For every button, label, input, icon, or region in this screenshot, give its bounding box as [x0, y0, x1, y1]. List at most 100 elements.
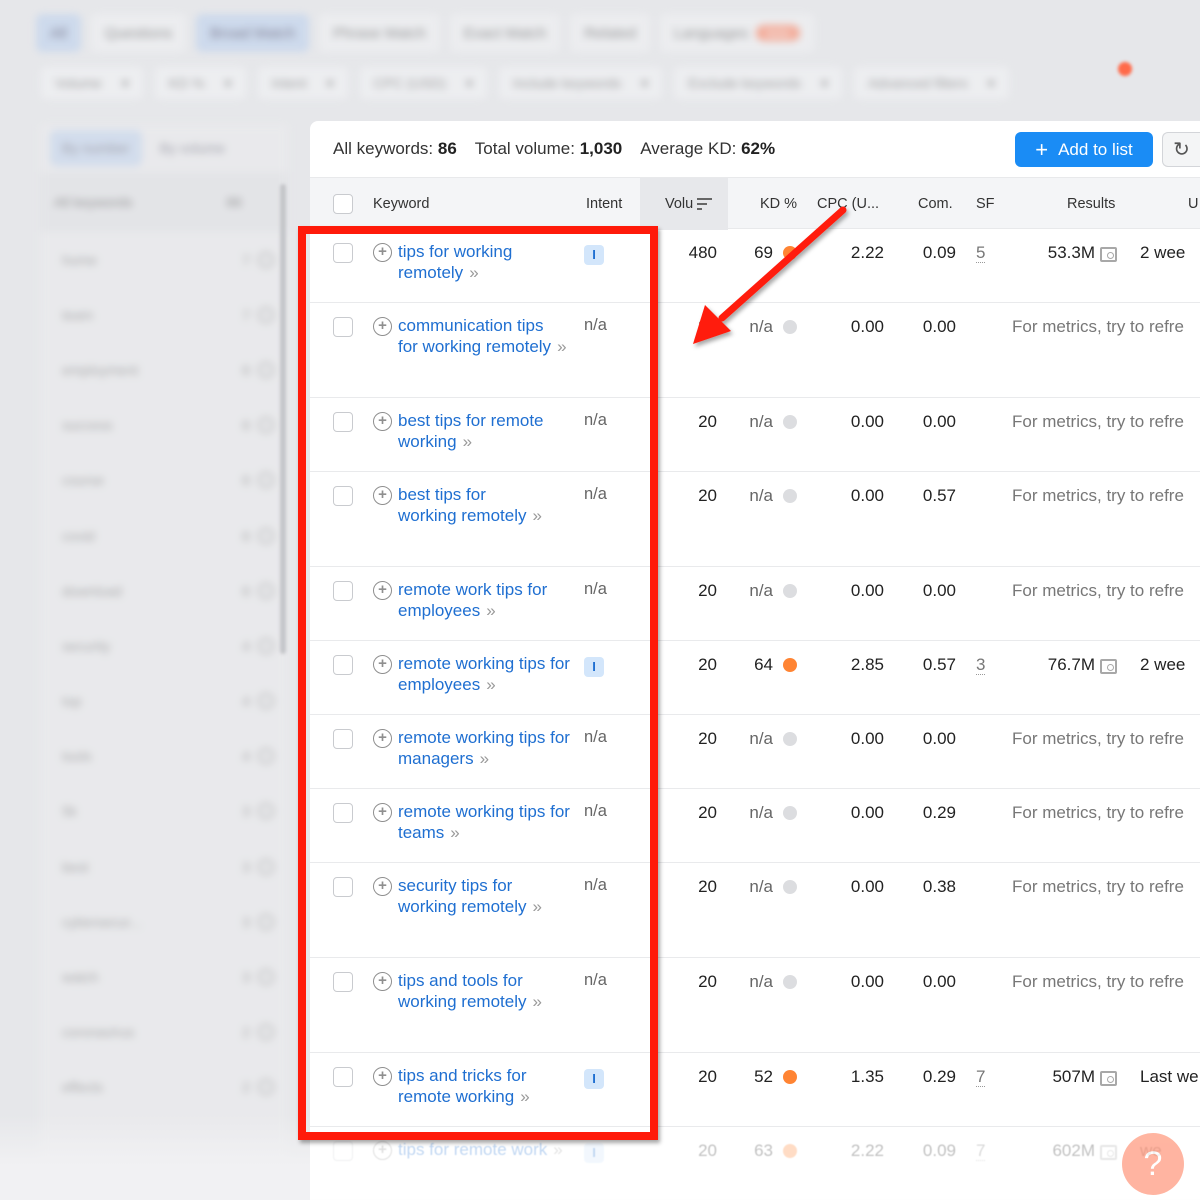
- col-volume[interactable]: Volu: [640, 178, 728, 230]
- keyword-link[interactable]: remote work tips for employees»: [398, 579, 578, 621]
- keyword-text[interactable]: remote working tips for teams: [398, 802, 570, 842]
- tab-broad-match[interactable]: Broad Match: [196, 14, 310, 52]
- row-checkbox[interactable]: [333, 243, 353, 263]
- keyword-details-icon[interactable]: »: [533, 897, 543, 916]
- add-keyword-icon[interactable]: +: [373, 972, 392, 991]
- keyword-details-icon[interactable]: »: [480, 749, 490, 768]
- refresh-button[interactable]: ↻: [1162, 132, 1200, 167]
- col-cpc[interactable]: CPC (U...: [817, 178, 879, 230]
- keyword-text[interactable]: communication tips for working remotely: [398, 316, 551, 356]
- keyword-details-icon[interactable]: »: [533, 506, 543, 525]
- keyword-group-item[interactable]: coronavirus 2: [40, 1005, 288, 1060]
- serp-preview-icon[interactable]: [1100, 659, 1117, 674]
- keyword-details-icon[interactable]: »: [463, 432, 473, 451]
- keyword-details-icon[interactable]: »: [557, 337, 567, 356]
- select-all-checkbox[interactable]: [333, 178, 353, 230]
- keyword-group-item[interactable]: course 6: [40, 453, 288, 508]
- keyword-group-item[interactable]: success 6: [40, 398, 288, 453]
- keyword-group-item[interactable]: download 6: [40, 563, 288, 618]
- keyword-group-item[interactable]: watch 3: [40, 949, 288, 1004]
- filter-advanced-filters[interactable]: Advanced filters ▾: [853, 66, 1010, 100]
- row-checkbox[interactable]: [333, 486, 353, 506]
- keyword-link[interactable]: tips and tools for working remotely »: [398, 970, 548, 1012]
- col-keyword[interactable]: Keyword: [373, 178, 429, 230]
- serp-features-count[interactable]: 7: [976, 1141, 986, 1161]
- keyword-text[interactable]: best tips for remote working: [398, 411, 544, 451]
- add-keyword-icon[interactable]: +: [373, 581, 392, 600]
- filter-intent[interactable]: Intent ▾: [256, 66, 349, 100]
- keyword-text[interactable]: remote work tips for employees: [398, 580, 547, 620]
- keyword-details-icon[interactable]: »: [486, 601, 496, 620]
- add-keyword-icon[interactable]: +: [373, 803, 392, 822]
- serp-preview-icon[interactable]: [1100, 1071, 1117, 1086]
- keyword-link[interactable]: remote working tips for teams»: [398, 801, 578, 843]
- add-keyword-icon[interactable]: +: [373, 243, 392, 262]
- keyword-text[interactable]: tips for remote work: [398, 1140, 547, 1159]
- add-keyword-icon[interactable]: +: [373, 877, 392, 896]
- row-checkbox[interactable]: [333, 729, 353, 749]
- add-keyword-icon[interactable]: +: [373, 486, 392, 505]
- keyword-group-item[interactable]: best 3: [40, 839, 288, 894]
- keyword-link[interactable]: communication tips for working remotely »: [398, 315, 567, 357]
- col-results[interactable]: Results: [1067, 178, 1115, 230]
- keyword-group-item[interactable]: effects 2: [40, 1060, 288, 1115]
- keyword-text[interactable]: tips for working remotely: [398, 242, 512, 282]
- filter-exclude-keywords[interactable]: Exclude keywords ▾: [673, 66, 844, 100]
- tab-exact-match[interactable]: Exact Match: [449, 14, 561, 52]
- keyword-group-item[interactable]: tools 4: [40, 729, 288, 784]
- serp-preview-icon[interactable]: [1100, 1145, 1117, 1160]
- keyword-group-item[interactable]: covid 6: [40, 508, 288, 563]
- row-checkbox[interactable]: [333, 877, 353, 897]
- keyword-group-item[interactable]: top 4: [40, 674, 288, 729]
- row-checkbox[interactable]: [333, 655, 353, 675]
- keyword-details-icon[interactable]: »: [533, 992, 543, 1011]
- serp-features-count[interactable]: 5: [976, 243, 986, 263]
- serp-preview-icon[interactable]: [1100, 247, 1117, 262]
- keyword-text[interactable]: security tips for working remotely: [398, 876, 527, 916]
- tab-phrase-match[interactable]: Phrase Match: [319, 14, 440, 52]
- row-checkbox[interactable]: [333, 581, 353, 601]
- keyword-group-item[interactable]: 5k 3: [40, 784, 288, 839]
- add-keyword-icon[interactable]: +: [373, 412, 392, 431]
- keyword-link[interactable]: tips and tricks for remote working»: [398, 1065, 578, 1107]
- filter-cpc-usd-[interactable]: CPC (USD) ▾: [358, 66, 488, 100]
- keyword-details-icon[interactable]: »: [486, 675, 496, 694]
- tab-related[interactable]: Related: [570, 14, 651, 52]
- filter-kd-[interactable]: KD % ▾: [153, 66, 247, 100]
- keyword-group-item[interactable]: employment 6: [40, 342, 288, 397]
- filter-include-keywords[interactable]: Include keywords ▾: [498, 66, 664, 100]
- keyword-text[interactable]: tips and tools for working remotely: [398, 971, 527, 1011]
- add-keyword-icon[interactable]: +: [373, 1141, 392, 1160]
- tab-questions[interactable]: Questions: [90, 14, 187, 52]
- keyword-group-item[interactable]: security 4: [40, 618, 288, 673]
- by-volume-toggle[interactable]: By volume: [148, 130, 237, 166]
- col-com[interactable]: Com.: [918, 178, 953, 230]
- keyword-group-item[interactable]: home 7: [40, 232, 288, 287]
- row-checkbox[interactable]: [333, 412, 353, 432]
- by-number-toggle[interactable]: By number: [50, 130, 142, 166]
- keyword-link[interactable]: tips for remote work »: [398, 1139, 578, 1160]
- keyword-group-item[interactable]: team 7: [40, 287, 288, 342]
- row-checkbox[interactable]: [333, 317, 353, 337]
- row-checkbox[interactable]: [333, 1141, 353, 1161]
- keyword-text[interactable]: tips and tricks for remote working: [398, 1066, 527, 1106]
- add-to-list-button[interactable]: + Add to list: [1015, 132, 1153, 167]
- add-keyword-icon[interactable]: +: [373, 317, 392, 336]
- keyword-link[interactable]: security tips for working remotely »: [398, 875, 548, 917]
- sidebar-scrollbar[interactable]: [280, 184, 286, 654]
- keyword-details-icon[interactable]: »: [520, 1087, 530, 1106]
- keyword-link[interactable]: best tips for working remotely »: [398, 484, 548, 526]
- keyword-text[interactable]: remote working tips for employees: [398, 654, 570, 694]
- row-checkbox[interactable]: [333, 972, 353, 992]
- tab-all[interactable]: All: [36, 14, 81, 52]
- filter-volume[interactable]: Volume ▾: [40, 66, 144, 100]
- tab-languages[interactable]: Languages beta: [660, 14, 814, 52]
- add-keyword-icon[interactable]: +: [373, 729, 392, 748]
- all-keywords-group[interactable]: All keywords 86: [40, 172, 288, 232]
- help-button[interactable]: ?: [1122, 1133, 1184, 1195]
- keyword-details-icon[interactable]: »: [553, 1140, 563, 1159]
- row-checkbox[interactable]: [333, 803, 353, 823]
- col-sf[interactable]: SF: [976, 178, 995, 230]
- keyword-group-item[interactable]: cybersecur... 3: [40, 894, 288, 949]
- keyword-link[interactable]: best tips for remote working»: [398, 410, 578, 452]
